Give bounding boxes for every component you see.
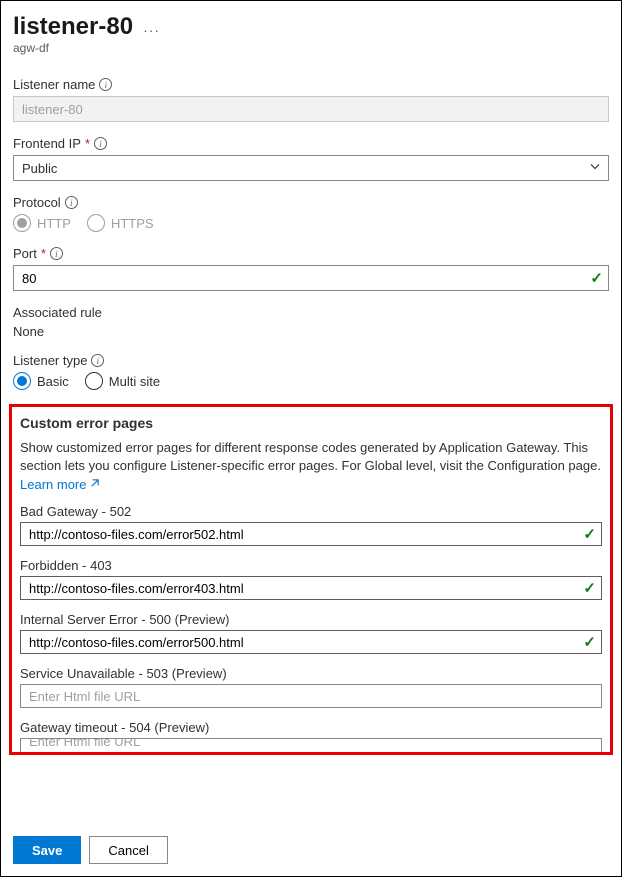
custom-error-pages-section: Custom error pages Show customized error… [9, 404, 613, 755]
required-indicator: * [41, 246, 46, 261]
error-500-input[interactable] [20, 630, 602, 654]
error-503-label: Service Unavailable - 503 (Preview) [20, 666, 227, 681]
checkmark-icon: ✓ [583, 633, 596, 651]
protocol-https-label: HTTPS [111, 216, 154, 231]
custom-error-description: Show customized error pages for differen… [20, 439, 602, 475]
frontend-ip-value: Public [22, 161, 57, 176]
error-502-input[interactable] [20, 522, 602, 546]
protocol-http-radio: HTTP [13, 214, 71, 232]
listener-name-label: Listener name [13, 77, 95, 92]
error-504-input[interactable]: Enter Html file URL [20, 738, 602, 752]
error-403-label: Forbidden - 403 [20, 558, 112, 573]
listener-name-input [13, 96, 609, 122]
port-label: Port [13, 246, 37, 261]
error-500-label: Internal Server Error - 500 (Preview) [20, 612, 230, 627]
info-icon[interactable]: i [50, 247, 63, 260]
cancel-button[interactable]: Cancel [89, 836, 167, 864]
page-title: listener-80 [13, 13, 133, 41]
info-icon[interactable]: i [65, 196, 78, 209]
checkmark-icon: ✓ [583, 579, 596, 597]
info-icon[interactable]: i [91, 354, 104, 367]
info-icon[interactable]: i [94, 137, 107, 150]
listener-type-multi-radio[interactable]: Multi site [85, 372, 160, 390]
external-link-icon [89, 477, 100, 492]
resource-name: agw-df [13, 41, 609, 55]
more-icon[interactable]: ··· [143, 16, 160, 38]
protocol-label: Protocol [13, 195, 61, 210]
checkmark-icon: ✓ [583, 525, 596, 543]
protocol-https-radio: HTTPS [87, 214, 154, 232]
save-button[interactable]: Save [13, 836, 81, 864]
error-403-input[interactable] [20, 576, 602, 600]
protocol-http-label: HTTP [37, 216, 71, 231]
error-504-label: Gateway timeout - 504 (Preview) [20, 720, 209, 735]
associated-rule-label: Associated rule [13, 305, 102, 320]
learn-more-label: Learn more [20, 477, 86, 492]
custom-error-title: Custom error pages [20, 415, 602, 431]
listener-type-basic-radio[interactable]: Basic [13, 372, 69, 390]
listener-type-basic-label: Basic [37, 374, 69, 389]
error-503-input[interactable] [20, 684, 602, 708]
learn-more-link[interactable]: Learn more [20, 477, 100, 492]
frontend-ip-select[interactable]: Public [13, 155, 609, 181]
info-icon[interactable]: i [99, 78, 112, 91]
listener-type-label: Listener type [13, 353, 87, 368]
frontend-ip-label: Frontend IP [13, 136, 81, 151]
required-indicator: * [85, 136, 90, 151]
port-input[interactable] [13, 265, 609, 291]
associated-rule-value: None [13, 324, 609, 339]
error-502-label: Bad Gateway - 502 [20, 504, 131, 519]
checkmark-icon: ✓ [590, 269, 603, 287]
listener-type-multi-label: Multi site [109, 374, 160, 389]
